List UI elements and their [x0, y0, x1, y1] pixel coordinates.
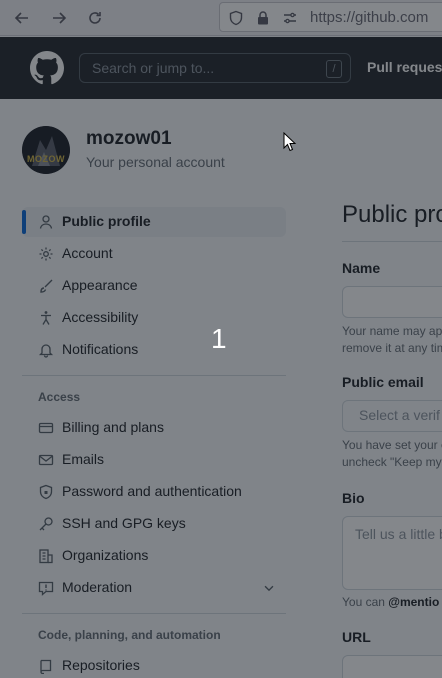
sidebar-divider	[22, 613, 286, 614]
sidebar-heading-code: Code, planning, and automation	[38, 628, 221, 642]
sidebar-item-label: Account	[62, 245, 113, 261]
sidebar-item-label: Public profile	[62, 213, 151, 229]
github-header: Search or jump to... / Pull reques	[0, 37, 442, 99]
sidebar-item-appearance[interactable]: Appearance	[22, 271, 286, 301]
bio-note-mention: @mentio	[388, 595, 440, 609]
sidebar-item-account[interactable]: Account	[22, 239, 286, 269]
address-bar[interactable]: https://github.com	[219, 2, 442, 32]
shield-icon[interactable]	[228, 10, 244, 26]
bio-note: You can @mentio	[342, 593, 439, 611]
email-note-line1: You have set your e	[342, 438, 442, 452]
sidebar-item-notifications[interactable]: Notifications	[22, 335, 286, 365]
paintbrush-icon	[40, 279, 53, 293]
person-icon	[39, 215, 53, 229]
url-field[interactable]	[342, 655, 442, 678]
pull-requests-link[interactable]: Pull reques	[367, 59, 442, 75]
key-icon	[39, 517, 53, 531]
public-email-select[interactable]: Select a verif	[342, 400, 442, 432]
permissions-icon[interactable]	[282, 10, 298, 26]
lock-icon[interactable]	[255, 10, 271, 26]
sidebar-item-public-profile[interactable]: Public profile	[22, 207, 286, 237]
sidebar-item-label: Organizations	[62, 547, 149, 563]
sidebar-item-label: Appearance	[62, 277, 138, 293]
url-label: URL	[342, 629, 371, 645]
sidebar-item-repositories[interactable]: Repositories	[22, 651, 286, 678]
bio-label: Bio	[342, 490, 365, 506]
reload-button[interactable]	[83, 6, 107, 30]
slash-key-hint: /	[326, 60, 342, 78]
credit-card-icon	[38, 422, 54, 434]
sidebar-item-label: SSH and GPG keys	[62, 515, 186, 531]
sidebar-divider	[22, 375, 286, 376]
bio-note-prefix: You can	[342, 595, 389, 609]
public-email-label: Public email	[342, 374, 424, 390]
account-subtitle: Your personal account	[86, 154, 225, 170]
sidebar-heading-access: Access	[38, 390, 81, 404]
accessibility-icon	[41, 311, 51, 325]
name-label: Name	[342, 260, 381, 276]
mouse-cursor-icon	[283, 132, 297, 152]
sidebar-item-label: Moderation	[62, 579, 133, 595]
name-note-line2: remove it at any tim	[342, 341, 442, 355]
url-text[interactable]: https://github.com	[310, 9, 428, 26]
sidebar-item-moderation[interactable]: Moderation	[22, 573, 286, 603]
avatar-image-icon	[22, 126, 70, 174]
sidebar-item-billing[interactable]: Billing and plans	[22, 413, 286, 443]
email-note-line2: uncheck "Keep my	[342, 455, 442, 469]
public-email-placeholder: Select a verif	[359, 407, 440, 423]
sidebar-item-label: Password and authentication	[62, 483, 242, 499]
arrow-right-icon	[53, 12, 67, 24]
title-divider	[342, 241, 442, 242]
sidebar-item-organizations[interactable]: Organizations	[22, 541, 286, 571]
report-icon	[38, 581, 54, 596]
back-button[interactable]	[10, 6, 34, 30]
mail-icon	[38, 454, 54, 466]
github-logo-icon[interactable]	[30, 51, 64, 85]
browser-toolbar: https://github.com	[0, 0, 442, 36]
bio-placeholder: Tell us a little b	[355, 526, 442, 542]
sidebar-item-label: Emails	[62, 451, 105, 467]
sidebar-item-accessibility[interactable]: Accessibility	[22, 303, 286, 333]
sidebar-item-password-authentication[interactable]: Password and authentication	[22, 477, 286, 507]
avatar-text: MOZOW	[27, 154, 65, 164]
sidebar-item-label: Notifications	[62, 341, 139, 357]
sidebar-item-label: Accessibility	[62, 309, 139, 325]
reload-icon	[89, 12, 101, 24]
chevron-down-icon[interactable]	[262, 581, 276, 595]
repo-icon	[40, 659, 52, 674]
arrow-left-icon	[14, 12, 28, 24]
search-placeholder: Search or jump to...	[92, 60, 215, 76]
bell-icon	[38, 344, 54, 358]
overlay-number-label: 1	[211, 323, 227, 354]
organization-icon	[39, 549, 53, 564]
avatar[interactable]: MOZOW	[22, 126, 70, 174]
page-title: Public pro	[342, 201, 442, 228]
forward-button[interactable]	[47, 6, 71, 30]
name-note-line1: Your name may ap	[342, 324, 442, 338]
sidebar-item-label: Billing and plans	[62, 419, 164, 435]
shield-lock-icon	[39, 484, 53, 500]
gear-icon	[39, 247, 53, 261]
bio-textarea[interactable]: Tell us a little b	[342, 516, 442, 590]
sidebar-item-emails[interactable]: Emails	[22, 445, 286, 475]
name-field[interactable]	[342, 286, 442, 318]
search-input[interactable]: Search or jump to... /	[79, 53, 351, 83]
sidebar-item-ssh-gpg-keys[interactable]: SSH and GPG keys	[22, 509, 286, 539]
account-username[interactable]: mozow01	[86, 128, 172, 150]
sidebar-item-label: Repositories	[62, 657, 140, 673]
